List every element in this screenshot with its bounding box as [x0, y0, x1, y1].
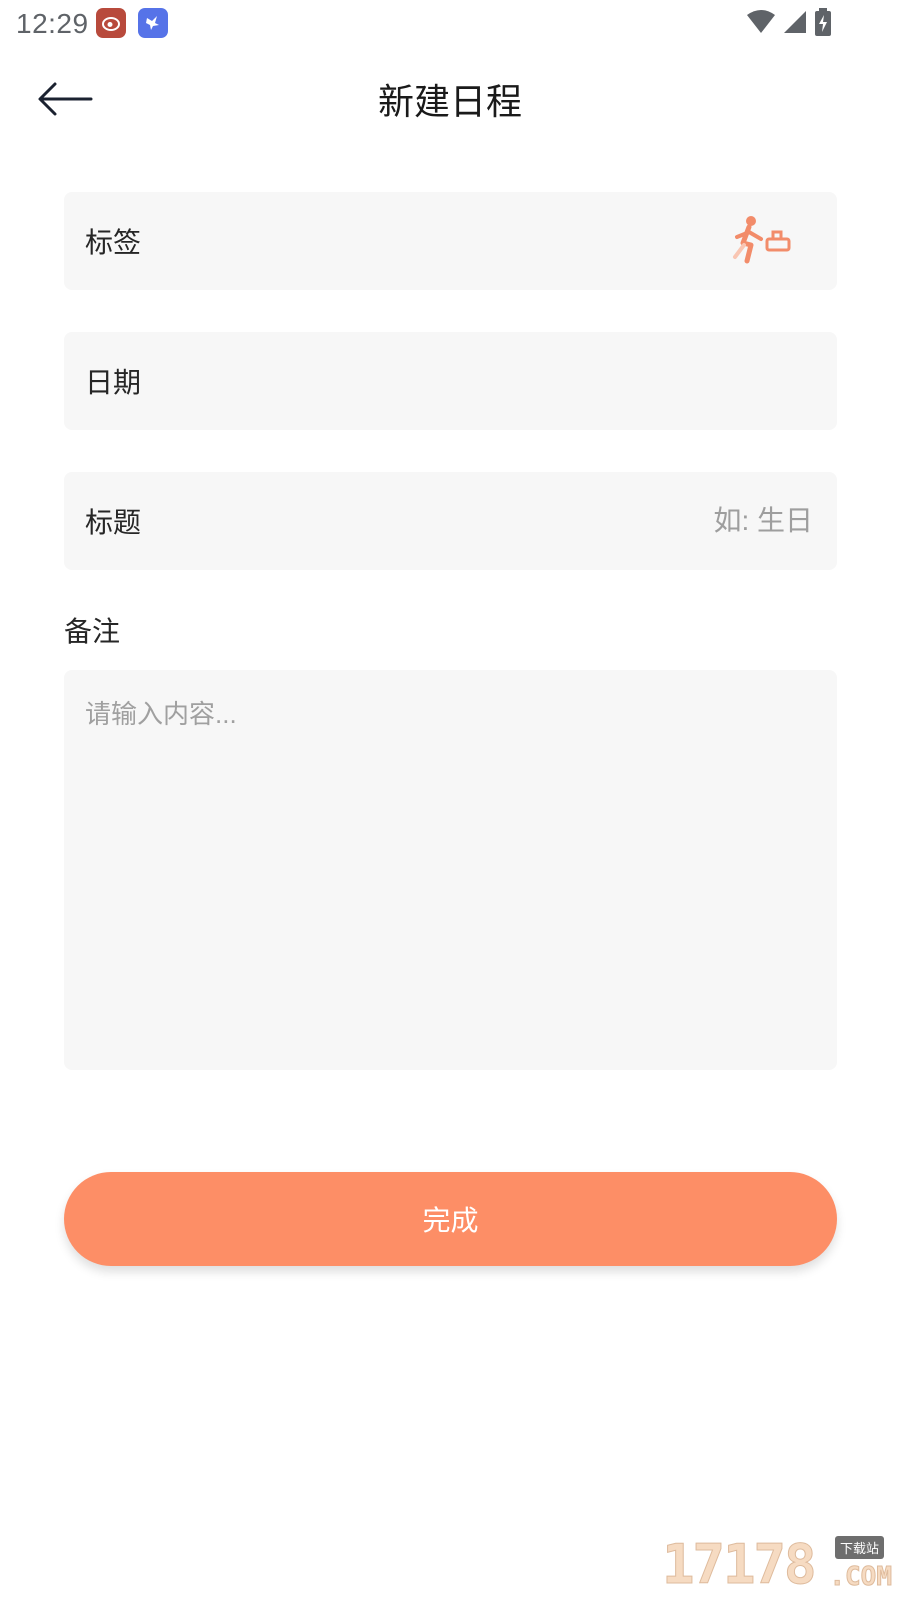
status-bar: 12:29 [0, 0, 900, 48]
date-label: 日期 [85, 367, 142, 398]
title-field: 标题 [64, 472, 837, 570]
weibo-icon [96, 8, 126, 38]
watermark-suffix: .COM [829, 1562, 893, 1593]
tag-label: 标签 [85, 227, 142, 258]
cell-signal-icon [782, 9, 808, 40]
watermark-logo: 17178 下载站 .COM [662, 1533, 893, 1596]
battery-charging-icon [814, 7, 832, 42]
status-time: 12:29 [16, 8, 89, 39]
header: 新建日程 [0, 60, 900, 144]
note-textarea[interactable] [64, 670, 837, 1070]
note-label: 备注 [64, 616, 121, 647]
status-indicators [746, 7, 832, 42]
watermark-digits: 17178 [662, 1533, 818, 1596]
done-button[interactable]: 完成 [64, 1172, 837, 1266]
wifi-icon [746, 9, 776, 40]
watermark-badge: 下载站 [834, 1536, 884, 1559]
title-input[interactable] [515, 504, 815, 538]
running-figure-icon[interactable] [729, 213, 793, 269]
tag-field[interactable]: 标签 [64, 192, 837, 290]
page-title: 新建日程 [377, 81, 522, 122]
bird-app-icon [138, 8, 168, 38]
title-label: 标题 [85, 507, 142, 538]
date-field[interactable]: 日期 [64, 332, 837, 430]
